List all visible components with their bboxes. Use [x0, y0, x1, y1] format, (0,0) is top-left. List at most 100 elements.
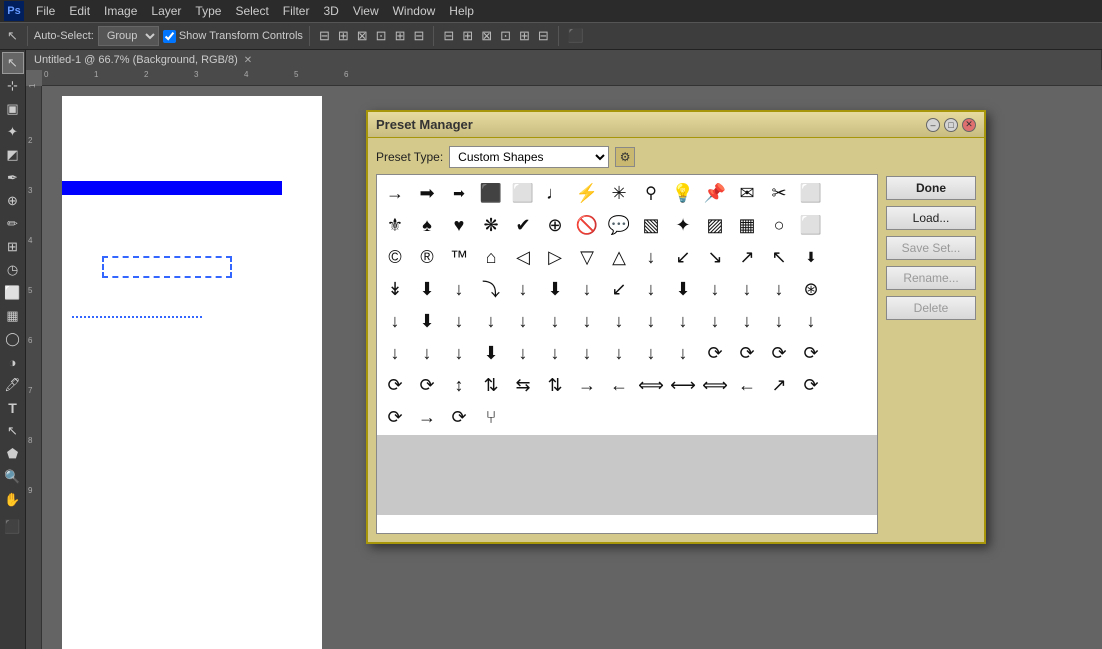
tool-eraser[interactable]: ⬜ [2, 282, 24, 304]
shape-grid[interactable]: ▦ [731, 209, 763, 241]
tool-clone[interactable]: ⊞ [2, 236, 24, 258]
shape-arr2-11[interactable]: ↓ [667, 305, 699, 337]
shape-arr5-3[interactable]: ⟳ [379, 401, 411, 433]
menu-view[interactable]: View [347, 2, 385, 20]
shape-arr2-1[interactable]: ⊛ [795, 273, 827, 305]
shape-down-arr-10[interactable]: ↓ [635, 273, 667, 305]
shape-arr5-5[interactable]: ⟳ [443, 401, 475, 433]
shape-arr4-10[interactable]: ⟺ [635, 369, 667, 401]
shape-square[interactable]: ⬜ [507, 177, 539, 209]
menu-edit[interactable]: Edit [63, 2, 96, 20]
tool-history[interactable]: ◷ [2, 259, 24, 281]
tool-hand[interactable]: ✋ [2, 489, 24, 511]
shape-scissors[interactable]: ✂ [763, 177, 795, 209]
shape-arrow-right-wide[interactable]: ➡ [443, 177, 475, 209]
shape-arr2-8[interactable]: ↓ [571, 305, 603, 337]
dist-center-icon[interactable]: ⊞ [459, 27, 476, 45]
shape-light-bulb[interactable]: 💡 [667, 177, 699, 209]
shape-crosshatch[interactable]: ▧ [635, 209, 667, 241]
tool-dodge[interactable]: ◑ [2, 351, 24, 373]
tool-magic-wand[interactable]: ✦ [2, 121, 24, 143]
shape-down-arr-12[interactable]: ↓ [699, 273, 731, 305]
tool-crop[interactable]: ◩ [2, 144, 24, 166]
menu-file[interactable]: File [30, 2, 61, 20]
shape-arr3-11[interactable]: ↓ [667, 337, 699, 369]
align-center-h-icon[interactable]: ⊞ [392, 27, 409, 45]
shape-down-arr-7[interactable]: ⬇ [539, 273, 571, 305]
shape-arr3-7[interactable]: ↓ [539, 337, 571, 369]
shape-arr2-9[interactable]: ↓ [603, 305, 635, 337]
tool-brush[interactable]: ✏ [2, 213, 24, 235]
gear-settings-btn[interactable]: ⚙ [615, 147, 635, 167]
shape-grass[interactable]: ⚲ [635, 177, 667, 209]
shape-tri-left[interactable]: ◁ [507, 241, 539, 273]
shape-down-arr-4[interactable]: ↓ [443, 273, 475, 305]
shape-checkmark[interactable]: ✔ [507, 209, 539, 241]
shape-arr4-5[interactable]: ⇅ [475, 369, 507, 401]
shapes-grid-container[interactable]: → ➡ ➡ ⬛ ⬜ ♩ ⚡ ✳ ⚲ 💡 📌 ✉ ✂ [376, 174, 878, 534]
shape-arr4-7[interactable]: ⇅ [539, 369, 571, 401]
shape-no-sign[interactable]: 🚫 [571, 209, 603, 241]
shape-arrow-right-tail[interactable]: ⬛ [475, 177, 507, 209]
shape-down-arr-6[interactable]: ↓ [507, 273, 539, 305]
shape-arr2-14[interactable]: ↓ [763, 305, 795, 337]
shape-speech[interactable]: 💬 [603, 209, 635, 241]
shape-down-arr-9[interactable]: ↙ [603, 273, 635, 305]
tool-blur[interactable]: ◯ [2, 328, 24, 350]
dialog-maximize-btn[interactable]: □ [944, 118, 958, 132]
shape-arr3-5[interactable]: ⬇ [475, 337, 507, 369]
menu-layer[interactable]: Layer [145, 2, 187, 20]
shape-starburst[interactable]: ✳ [603, 177, 635, 209]
shape-down-arr-13[interactable]: ↓ [731, 273, 763, 305]
shape-ring[interactable]: ♠ [411, 209, 443, 241]
menu-help[interactable]: Help [443, 2, 480, 20]
shape-arr2-5[interactable]: ↓ [475, 305, 507, 337]
tool-text[interactable]: T [2, 397, 24, 419]
shape-tri-down[interactable]: ▽ [571, 241, 603, 273]
shape-down-arr-14[interactable]: ↓ [763, 273, 795, 305]
shape-crosshatch-2[interactable]: ▨ [699, 209, 731, 241]
tool-marquee[interactable]: ⊹ [2, 75, 24, 97]
shape-envelope[interactable]: ✉ [731, 177, 763, 209]
shape-arr5-1[interactable]: ↗ [763, 369, 795, 401]
tool-lasso[interactable]: ▣ [2, 98, 24, 120]
menu-3d[interactable]: 3D [317, 2, 344, 20]
dist-top-icon[interactable]: ⊟ [440, 27, 457, 45]
shape-arr2-6[interactable]: ↓ [507, 305, 539, 337]
shape-crosshair[interactable]: ⊕ [539, 209, 571, 241]
tool-pen[interactable]: 🖊 [2, 374, 24, 396]
dist-left-icon[interactable]: ⊡ [497, 27, 514, 45]
shape-lightning[interactable]: ⚡ [571, 177, 603, 209]
shape-arr3-9[interactable]: ↓ [603, 337, 635, 369]
shape-arr4-8[interactable]: → [571, 369, 603, 401]
shape-arr4-6[interactable]: ⇆ [507, 369, 539, 401]
menu-filter[interactable]: Filter [277, 2, 316, 20]
shape-arr2-4[interactable]: ↓ [443, 305, 475, 337]
dialog-minimize-btn[interactable]: – [926, 118, 940, 132]
shape-registered[interactable]: ® [411, 241, 443, 273]
shape-down-arr-11[interactable]: ⬇ [667, 273, 699, 305]
shape-arr2-10[interactable]: ↓ [635, 305, 667, 337]
shape-arr3-1[interactable]: ↓ [795, 305, 827, 337]
shape-arr4-11[interactable]: ⟷ [667, 369, 699, 401]
shape-arr3-14[interactable]: ⟳ [763, 337, 795, 369]
shape-house[interactable]: ⌂ [475, 241, 507, 273]
shape-heart[interactable]: ♥ [443, 209, 475, 241]
menu-select[interactable]: Select [229, 2, 274, 20]
shape-arrow-nw[interactable]: ↖ [763, 241, 795, 273]
shape-arr3-4[interactable]: ↓ [443, 337, 475, 369]
shape-arr3-10[interactable]: ↓ [635, 337, 667, 369]
delete-button[interactable]: Delete [886, 296, 976, 320]
shape-arrow-down-1[interactable]: ↓ [635, 241, 667, 273]
shape-arr2-12[interactable]: ↓ [699, 305, 731, 337]
align-top-icon[interactable]: ⊟ [316, 27, 333, 45]
shape-tri-up[interactable]: △ [603, 241, 635, 273]
dist-bottom-icon[interactable]: ⊠ [478, 27, 495, 45]
tool-heal[interactable]: ⊕ [2, 190, 24, 212]
rename-button[interactable]: Rename... [886, 266, 976, 290]
shape-trademark[interactable]: ™ [443, 241, 475, 273]
shape-circle[interactable]: ○ [763, 209, 795, 241]
shape-pin[interactable]: 📌 [699, 177, 731, 209]
shape-arr4-2[interactable]: ⟳ [379, 369, 411, 401]
dialog-close-btn[interactable]: ✕ [962, 118, 976, 132]
